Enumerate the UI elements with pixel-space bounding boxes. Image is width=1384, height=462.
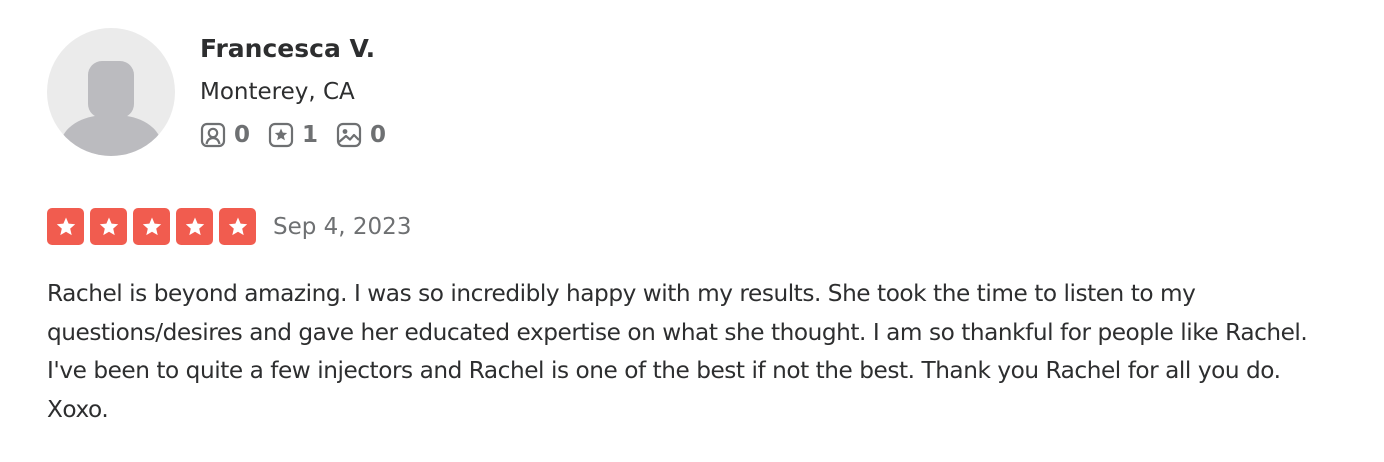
user-name-link[interactable]: Francesca V. xyxy=(200,32,404,66)
friends-stat: 0 xyxy=(200,121,250,149)
star-rating xyxy=(47,208,256,245)
star-icon xyxy=(142,217,161,235)
star-3 xyxy=(133,208,170,245)
photos-stat: 0 xyxy=(336,121,386,149)
user-location: Monterey, CA xyxy=(200,79,355,105)
star-icon xyxy=(228,217,247,235)
friends-icon xyxy=(200,122,226,148)
reviews-count: 1 xyxy=(302,122,319,148)
star-2 xyxy=(90,208,127,245)
user-passport: Francesca V. Monterey, CA 0 1 0 xyxy=(47,28,1347,156)
star-1 xyxy=(47,208,84,245)
user-stats: 0 1 0 xyxy=(200,120,404,150)
reviews-stat: 1 xyxy=(268,121,318,149)
photo-icon xyxy=(336,122,362,148)
photos-count: 0 xyxy=(370,122,387,148)
review-card: Francesca V. Monterey, CA 0 1 0 Sep 4, 2… xyxy=(47,28,1347,452)
star-5 xyxy=(219,208,256,245)
review-date: Sep 4, 2023 xyxy=(273,213,412,240)
review-star-icon xyxy=(268,122,294,148)
review-text: Rachel is beyond amazing. I was so incre… xyxy=(47,280,1308,423)
star-4 xyxy=(176,208,213,245)
star-icon xyxy=(56,217,75,235)
user-silhouette-icon xyxy=(61,61,161,156)
rating-row: Sep 4, 2023 xyxy=(47,208,1347,245)
user-info: Francesca V. Monterey, CA 0 1 0 xyxy=(200,28,404,150)
friends-count: 0 xyxy=(234,122,251,148)
star-icon xyxy=(99,217,118,235)
star-icon xyxy=(185,217,204,235)
avatar[interactable] xyxy=(47,28,175,156)
